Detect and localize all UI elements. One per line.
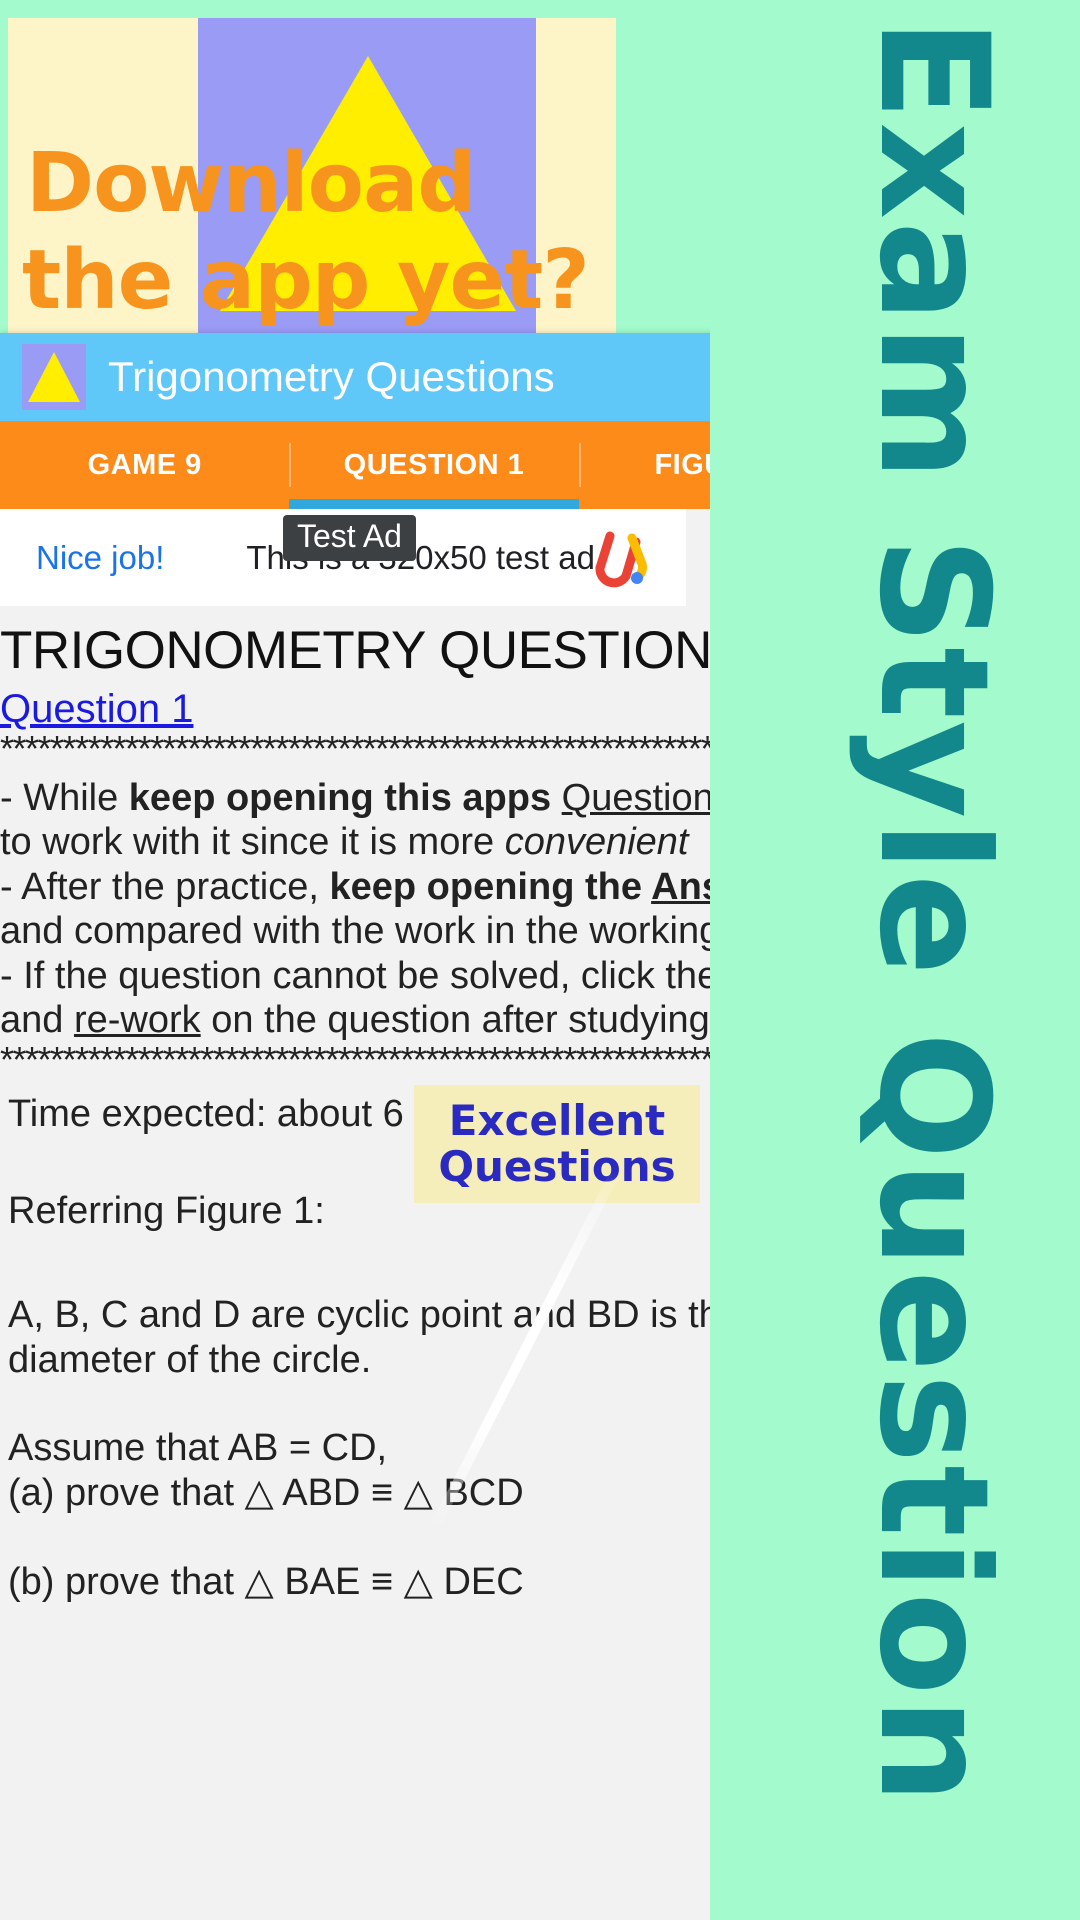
tab-game-9[interactable]: GAME 9 [0,421,289,509]
excellent-questions-badge: Excellent Questions [414,1084,700,1203]
question-link[interactable]: Question 1 [0,687,193,732]
excellent-badge-line-1: Excellent [448,1096,666,1146]
app-triangle-icon [22,344,86,410]
promo-line-2: the app yet? [22,233,590,328]
app-title: Trigonometry Questions [108,353,555,400]
ad-badge: Test Ad [283,515,416,561]
tab-question-1[interactable]: QUESTION 1 [289,421,579,509]
side-banner: Exam Style Question [710,0,1080,1920]
ad-banner[interactable]: Nice job! This is a 320x50 test ad. Test… [0,509,686,606]
promo-line-1: Download [26,136,476,231]
admob-icon [595,531,647,587]
excellent-badge-line-2: Questions [438,1141,676,1191]
side-banner-text: Exam Style Question [846,18,1020,1807]
promo-banner: Download the app yet? [8,18,616,333]
ad-cta-text: Nice job! [36,538,165,576]
